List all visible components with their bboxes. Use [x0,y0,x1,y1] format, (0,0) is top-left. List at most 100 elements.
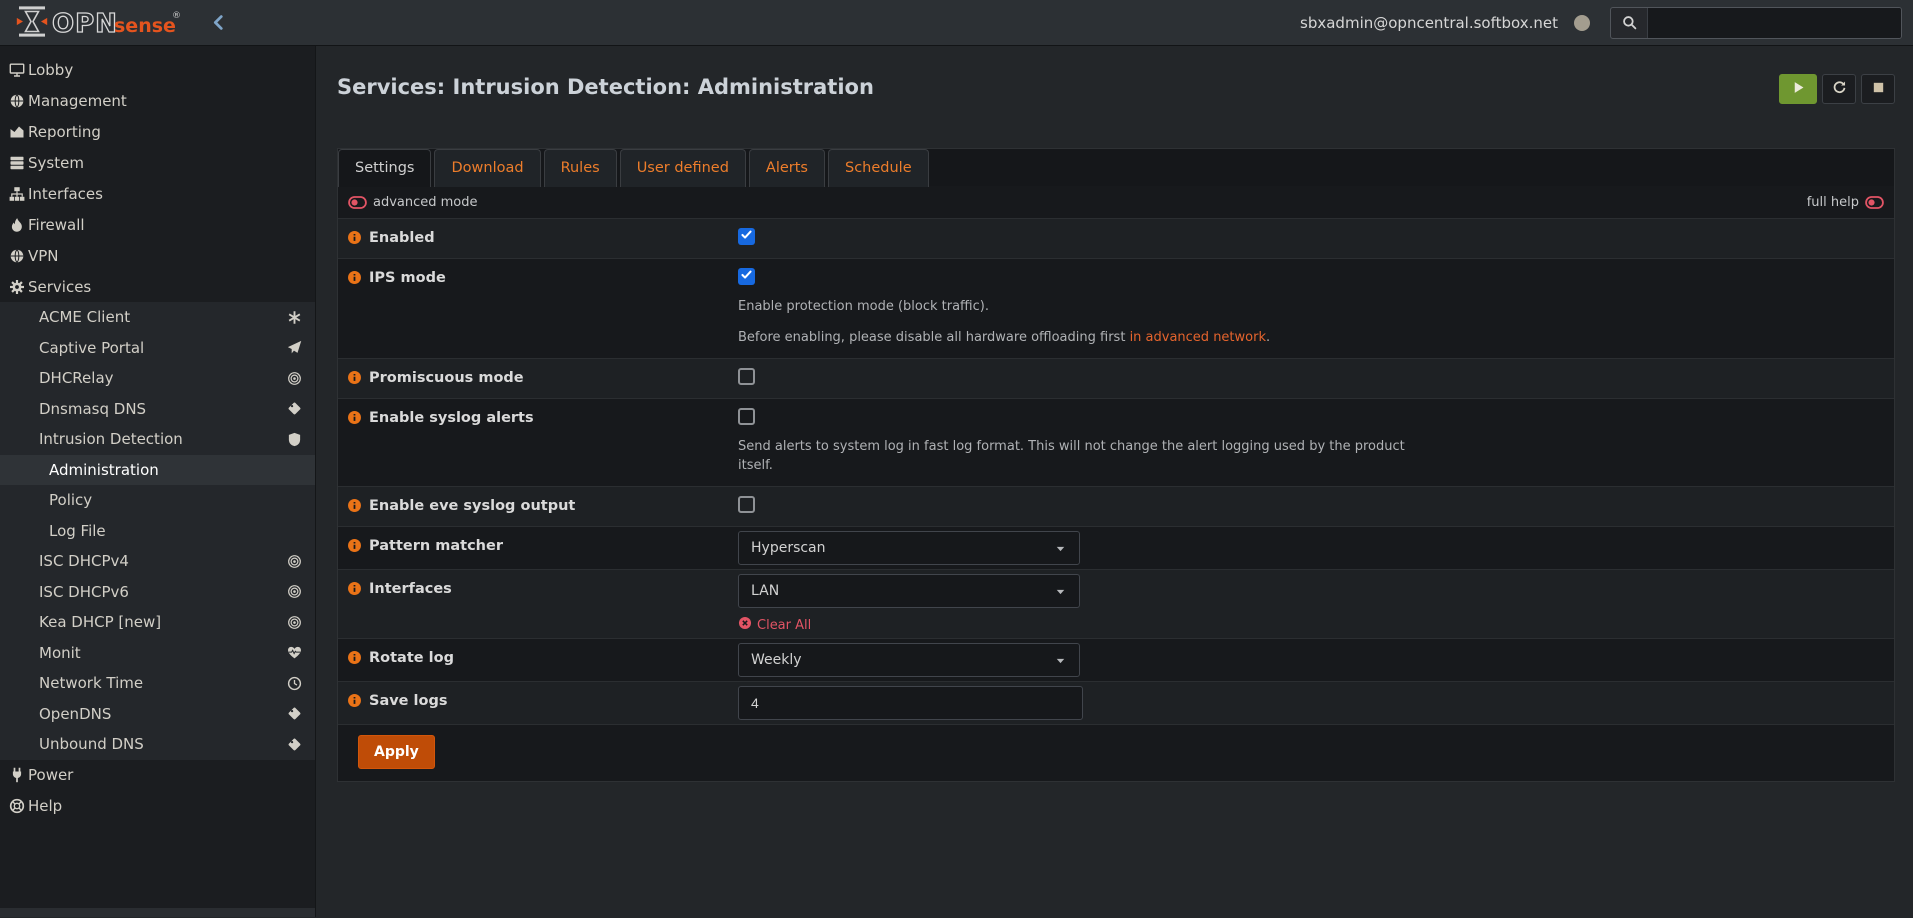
form-row-ips-mode: IPS modeEnable protection mode (block tr… [338,258,1894,358]
enable-syslog-alerts-checkbox[interactable] [738,408,755,425]
caret-down-icon [1054,585,1067,598]
sidebar-item-label: System [28,154,84,172]
field-control-rotate-log: Weekly [738,639,1894,681]
start-service-button[interactable] [1779,74,1817,104]
sidebar-item-reporting[interactable]: Reporting [0,116,315,147]
info-icon[interactable] [347,270,362,285]
sidebar-item-dnsmasq-dns[interactable]: Dnsmasq DNS [0,394,315,425]
sidebar-item-interfaces[interactable]: Interfaces [0,178,315,209]
field-label-pattern-matcher: Pattern matcher [338,527,738,569]
sidebar-item-unbound-dns[interactable]: Unbound DNS [0,729,315,760]
opnsense-logo[interactable]: OPNsense® [16,5,184,41]
enable-eve-syslog-output-checkbox[interactable] [738,496,755,513]
sidebar-item-kea-dhcp-new[interactable]: Kea DHCP [new] [0,607,315,638]
bullseye-icon [287,615,302,630]
sidebar-item-dhcrelay[interactable]: DHCRelay [0,363,315,394]
clear-all-button[interactable]: Clear All [738,616,1882,634]
bullseye-icon [287,584,302,599]
info-icon[interactable] [347,498,362,513]
clock-icon [287,676,302,691]
sidebar: LobbyManagement Reporting System Interfaces… [0,46,316,917]
sidebar-item-power[interactable]: Power [0,760,315,791]
sidebar-item-log-file[interactable]: Log File [0,516,315,547]
sidebar-item-network-time[interactable]: Network Time [0,668,315,699]
info-icon[interactable] [347,230,362,245]
pattern-matcher-select[interactable]: Hyperscan [738,531,1080,565]
info-icon[interactable] [347,693,362,708]
sidebar-item-captive-portal[interactable]: Captive Portal [0,333,315,364]
sidebar-item-opendns[interactable]: OpenDNS [0,699,315,730]
sidebar-item-isc-dhcpv4[interactable]: ISC DHCPv4 [0,546,315,577]
sidebar-item-help[interactable]: Help [0,791,315,822]
svg-text:®: ® [172,11,181,21]
sidebar-item-intrusion-detection[interactable]: Intrusion Detection [0,424,315,455]
tab-rules[interactable]: Rules [544,149,617,187]
sidebar-item-system[interactable]: System [0,147,315,178]
full-help-toggle[interactable]: full help [1807,193,1884,212]
advanced-mode-toggle[interactable]: advanced mode [348,193,478,212]
ips-mode-checkbox[interactable] [738,268,755,285]
info-icon[interactable] [347,650,362,665]
tab-download[interactable]: Download [434,149,540,187]
search-input[interactable] [1647,8,1901,38]
play-icon [1791,80,1806,98]
advanced-mode-label: advanced mode [373,195,478,210]
sidebar-collapse-button[interactable] [210,14,227,31]
info-icon[interactable] [347,370,362,385]
interfaces-select[interactable]: LAN [738,574,1080,608]
area-chart-icon [8,124,26,140]
field-help-text: Enable protection mode (block traffic). [738,297,1443,316]
field-label-text: Enabled [369,229,435,248]
stop-icon [1871,80,1886,98]
rotate-log-select[interactable]: Weekly [738,643,1080,677]
field-label-text: Rotate log [369,649,454,668]
circle-x-icon [738,616,752,634]
stop-service-button[interactable] [1861,74,1895,104]
svg-text:OPN: OPN [52,9,118,39]
enabled-checkbox[interactable] [738,228,755,245]
form-row-rotate-log: Rotate log Weekly [338,638,1894,681]
sidebar-item-vpn[interactable]: VPN [0,240,315,271]
search-icon [1611,8,1647,38]
sidebar-item-isc-dhcpv6[interactable]: ISC DHCPv6 [0,577,315,608]
check-icon [740,228,753,245]
select-value: Hyperscan [751,540,826,556]
sitemap-icon [8,186,26,202]
info-icon[interactable] [347,581,362,596]
fire-icon [8,217,26,233]
tab-schedule[interactable]: Schedule [828,149,929,187]
field-label-interfaces: Interfaces [338,570,738,638]
user-status-dot [1574,15,1590,31]
tab-user-defined[interactable]: User defined [620,149,746,187]
promiscuous-mode-checkbox[interactable] [738,368,755,385]
info-icon[interactable] [347,410,362,425]
sidebar-item-label: Administration [49,461,159,479]
save-logs-input[interactable] [738,686,1083,720]
page-title: Services: Intrusion Detection: Administr… [337,74,874,100]
restart-service-button[interactable] [1822,74,1856,104]
sidebar-item-management[interactable]: Management [0,85,315,116]
sidebar-item-lobby[interactable]: Lobby [0,54,315,85]
tabbar: SettingsDownloadRulesUser definedAlertsS… [337,148,1895,186]
sidebar-item-label: Kea DHCP [new] [39,613,161,631]
tab-settings[interactable]: Settings [338,149,431,187]
field-label-text: Interfaces [369,580,452,599]
sidebar-item-label: Firewall [28,216,85,234]
sidebar-item-policy[interactable]: Policy [0,485,315,516]
sidebar-item-acme-client[interactable]: ACME Client [0,302,315,333]
field-help-text: Before enabling, please disable all hard… [738,328,1443,347]
sidebar-item-label: ISC DHCPv4 [39,552,129,570]
desktop-icon [8,62,26,78]
sidebar-item-label: Interfaces [28,185,103,203]
sidebar-item-monit[interactable]: Monit [0,638,315,669]
apply-button[interactable]: Apply [358,735,435,769]
sidebar-item-services[interactable]: Services [0,271,315,302]
asterisk-icon [287,310,302,325]
sidebar-item-label: Reporting [28,123,101,141]
field-label-promiscuous-mode: Promiscuous mode [338,359,738,398]
advanced-network-link[interactable]: in advanced network [1130,330,1266,345]
tab-alerts[interactable]: Alerts [749,149,825,187]
info-icon[interactable] [347,538,362,553]
sidebar-item-firewall[interactable]: Firewall [0,209,315,240]
sidebar-item-administration[interactable]: Administration [0,455,315,486]
